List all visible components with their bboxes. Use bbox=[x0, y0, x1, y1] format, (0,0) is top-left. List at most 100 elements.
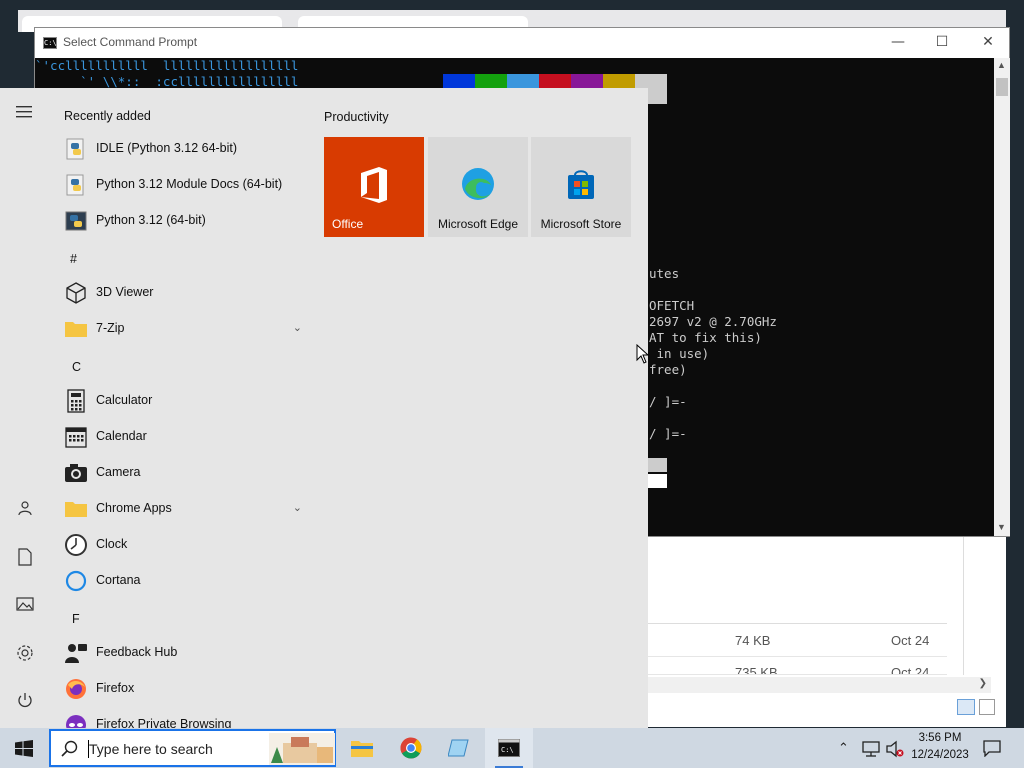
cmd-app-icon: C:\ bbox=[43, 37, 57, 49]
maximize-button[interactable]: ☐ bbox=[919, 28, 965, 58]
folder-icon bbox=[65, 322, 87, 337]
volume-muted-icon[interactable] bbox=[886, 740, 904, 758]
calendar-icon bbox=[65, 427, 87, 448]
app-item-3d-viewer[interactable]: 3D Viewer bbox=[60, 276, 310, 310]
app-item-clock[interactable]: Clock bbox=[60, 528, 310, 562]
app-item-python[interactable]: Python 3.12 (64-bit) bbox=[60, 204, 310, 238]
section-header-hash[interactable]: # bbox=[70, 252, 77, 266]
scrollbar-thumb[interactable] bbox=[996, 78, 1008, 96]
search-icon bbox=[61, 740, 78, 757]
office-logo-icon bbox=[361, 167, 387, 203]
user-account-icon[interactable] bbox=[14, 500, 36, 522]
network-icon[interactable] bbox=[862, 741, 880, 757]
tile-office[interactable]: Office bbox=[324, 137, 424, 237]
section-header-f[interactable]: F bbox=[72, 612, 80, 626]
hamburger-menu-icon[interactable] bbox=[14, 104, 36, 126]
table-row[interactable]: 74 KB Oct 24 bbox=[647, 625, 947, 657]
console-line: `'cclllllllllll llllllllllllllllll bbox=[35, 58, 299, 73]
taskbar-clock-date[interactable]: 12/24/2023 bbox=[908, 749, 972, 761]
notepad-icon bbox=[448, 739, 469, 757]
file-explorer-window[interactable]: 74 KB Oct 24 735 KB Oct 24 ❯ bbox=[646, 537, 1006, 727]
app-item-firefox[interactable]: Firefox bbox=[60, 672, 310, 706]
app-item-chrome-apps[interactable]: Chrome Apps ⌄ bbox=[60, 492, 310, 526]
tile-group-title[interactable]: Productivity bbox=[324, 110, 389, 124]
scroll-down-arrow-icon[interactable]: ▼ bbox=[997, 522, 1006, 532]
clock-icon bbox=[65, 534, 87, 556]
app-item-calculator[interactable]: Calculator bbox=[60, 384, 310, 418]
python-icon bbox=[65, 211, 87, 231]
console-line: free) bbox=[649, 362, 687, 377]
window-title: Select Command Prompt bbox=[63, 35, 198, 49]
pictures-icon[interactable] bbox=[14, 596, 36, 618]
search-highlight-illustration bbox=[269, 733, 335, 765]
chevron-down-icon[interactable]: ⌄ bbox=[293, 501, 302, 514]
console-line: 2697 v2 @ 2.70GHz bbox=[649, 314, 777, 329]
notification-center-icon[interactable] bbox=[983, 739, 1001, 757]
taskbar-command-prompt[interactable]: C:\ bbox=[485, 728, 533, 768]
console-line: AT to fix this) bbox=[649, 330, 762, 345]
firefox-icon bbox=[66, 679, 86, 699]
app-item-calendar[interactable]: Calendar bbox=[60, 420, 310, 454]
python-idle-icon bbox=[66, 138, 84, 160]
app-item-7zip[interactable]: 7-Zip ⌄ bbox=[60, 312, 310, 346]
taskbar-chrome[interactable] bbox=[387, 728, 435, 768]
taskbar-file-explorer[interactable] bbox=[338, 728, 386, 768]
power-icon[interactable] bbox=[14, 692, 36, 714]
large-icons-view-icon[interactable] bbox=[979, 699, 995, 715]
recently-added-header: Recently added bbox=[64, 109, 151, 123]
close-button[interactable]: ✕ bbox=[965, 28, 1011, 58]
console-scrollbar[interactable]: ▲ ▼ bbox=[994, 58, 1010, 536]
console-line: / ]=- bbox=[649, 426, 687, 441]
calculator-icon bbox=[67, 389, 85, 413]
console-line: OFETCH bbox=[649, 298, 695, 313]
console-line: / ]=- bbox=[649, 394, 687, 409]
command-prompt-titlebar[interactable]: C:\ Select Command Prompt — ☐ ✕ bbox=[35, 28, 1009, 58]
taskbar: Type here to search C:\ ⌃ 3:56 PM 12/24/… bbox=[0, 728, 1024, 768]
edge-logo-icon bbox=[462, 168, 494, 200]
cortana-ring-icon bbox=[65, 570, 87, 592]
horizontal-scrollbar[interactable]: ❯ bbox=[647, 677, 991, 693]
show-hidden-icons-chevron-icon[interactable]: ⌃ bbox=[838, 740, 849, 756]
documents-icon[interactable] bbox=[14, 548, 36, 570]
store-bag-icon bbox=[568, 170, 594, 199]
taskbar-clock-time[interactable]: 3:56 PM bbox=[908, 732, 972, 744]
search-placeholder: Type here to search bbox=[89, 741, 213, 757]
feedback-person-icon bbox=[65, 644, 87, 663]
folder-icon bbox=[65, 502, 87, 517]
cube-icon bbox=[66, 282, 86, 304]
app-item-feedback-hub[interactable]: Feedback Hub bbox=[60, 636, 310, 670]
scroll-up-arrow-icon[interactable]: ▲ bbox=[997, 60, 1006, 70]
taskbar-notepad[interactable] bbox=[436, 728, 484, 768]
console-highlight bbox=[645, 474, 667, 488]
python-docs-icon bbox=[66, 174, 84, 196]
start-button[interactable] bbox=[0, 728, 48, 768]
tile-microsoft-store[interactable]: Microsoft Store bbox=[531, 137, 631, 237]
start-menu[interactable]: Recently added IDLE (Python 3.12 64-bit)… bbox=[0, 88, 648, 728]
camera-icon bbox=[65, 464, 87, 482]
console-highlight bbox=[645, 458, 667, 472]
settings-gear-icon[interactable] bbox=[14, 644, 36, 666]
app-item-camera[interactable]: Camera bbox=[60, 456, 310, 490]
file-size: 74 KB bbox=[735, 633, 771, 648]
cmd-icon: C:\ bbox=[498, 739, 520, 757]
firefox-private-icon bbox=[66, 715, 86, 728]
app-item-python-docs[interactable]: Python 3.12 Module Docs (64-bit) bbox=[60, 168, 310, 202]
details-view-icon[interactable] bbox=[957, 699, 975, 715]
console-highlight bbox=[645, 90, 667, 104]
file-date: Oct 24 bbox=[891, 633, 930, 648]
app-item-firefox-private[interactable]: Firefox Private Browsing bbox=[60, 708, 310, 728]
app-item-idle[interactable]: IDLE (Python 3.12 64-bit) bbox=[60, 132, 310, 166]
app-item-cortana[interactable]: Cortana bbox=[60, 564, 310, 598]
minimize-button[interactable]: — bbox=[875, 28, 921, 58]
start-menu-rail bbox=[0, 88, 50, 728]
file-date: Oct 24 bbox=[891, 665, 930, 675]
file-size: 735 KB bbox=[735, 665, 778, 675]
taskbar-search-box[interactable]: Type here to search bbox=[49, 729, 336, 767]
table-row[interactable]: 735 KB Oct 24 bbox=[647, 657, 947, 675]
scroll-right-arrow-icon[interactable]: ❯ bbox=[979, 678, 987, 689]
section-header-c[interactable]: C bbox=[72, 360, 81, 374]
chevron-down-icon[interactable]: ⌄ bbox=[293, 321, 302, 334]
app-list[interactable]: Recently added IDLE (Python 3.12 64-bit)… bbox=[50, 88, 310, 728]
tile-microsoft-edge[interactable]: Microsoft Edge bbox=[428, 137, 528, 237]
console-line: in use) bbox=[649, 346, 710, 361]
